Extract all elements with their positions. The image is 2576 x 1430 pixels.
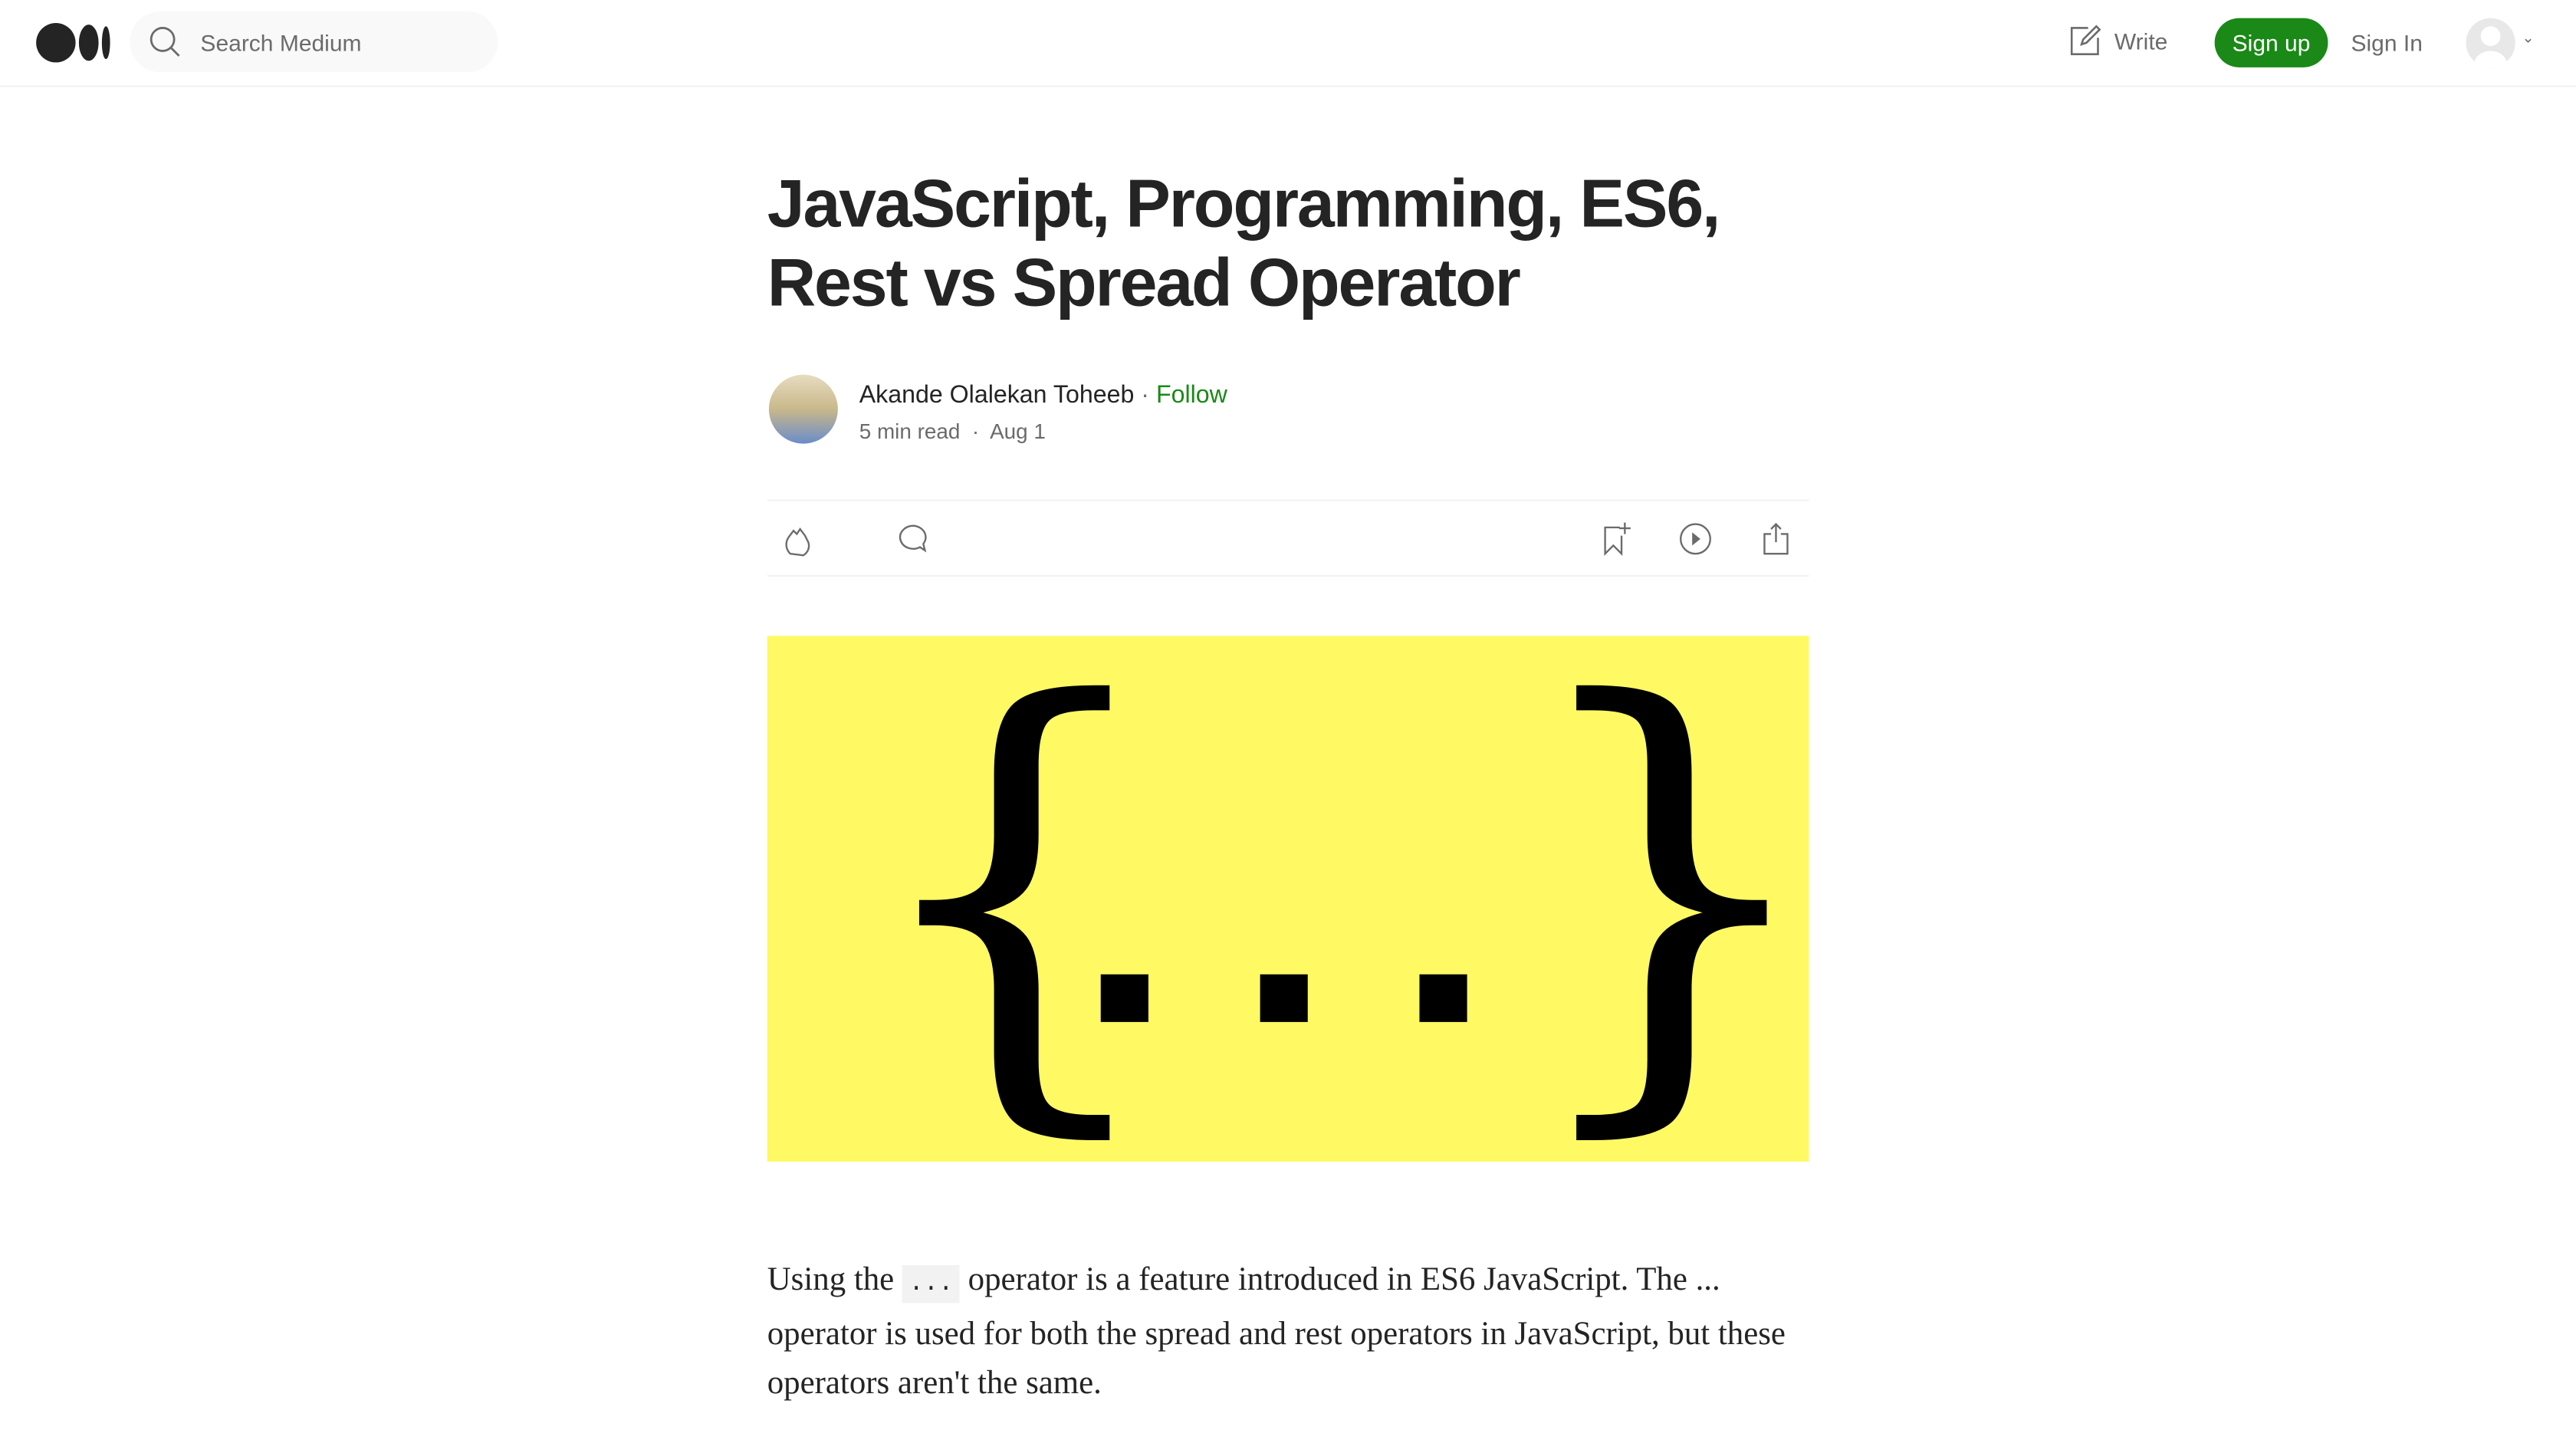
medium-logo[interactable] (36, 23, 110, 63)
open-brace: { (857, 636, 1171, 1162)
write-label: Write (2114, 28, 2168, 54)
sign-up-button[interactable]: Sign up (2214, 18, 2328, 67)
author-avatar[interactable] (768, 374, 838, 444)
user-icon (2474, 26, 2508, 67)
para-text: Using the (767, 1261, 902, 1298)
write-icon (2070, 25, 2101, 56)
follow-button[interactable]: Follow (1156, 381, 1227, 409)
dot (1419, 974, 1467, 1022)
clap-icon[interactable] (780, 521, 816, 557)
inline-code: ... (902, 1265, 960, 1303)
bookmark-icon[interactable] (1598, 521, 1635, 557)
chevron-down-icon[interactable]: ⌄ (2522, 30, 2534, 48)
top-nav: Search Medium Write Sign up Sign In ⌄ (0, 0, 2576, 87)
search-icon (150, 25, 180, 56)
action-bar (767, 499, 1809, 577)
read-time: 5 min read (859, 419, 961, 444)
comment-icon[interactable] (895, 521, 932, 557)
publish-date: Aug 1 (990, 419, 1046, 444)
dot (1260, 974, 1308, 1022)
close-brace: } (1514, 636, 1809, 1162)
article-title: JavaScript, Programming, ES6, Rest vs Sp… (767, 166, 1721, 321)
user-avatar[interactable] (2466, 18, 2515, 67)
listen-icon[interactable] (1677, 521, 1714, 557)
share-icon[interactable] (1758, 521, 1794, 557)
author-line: Akande Olalekan Toheeb · Follow (859, 381, 1227, 409)
author-name[interactable]: Akande Olalekan Toheeb (859, 381, 1135, 409)
dot (1100, 974, 1148, 1022)
article-meta: 5 min read · Aug 1 (859, 419, 1046, 444)
search-input[interactable]: Search Medium (130, 12, 498, 73)
search-placeholder: Search Medium (200, 28, 362, 55)
write-button[interactable]: Write (2068, 25, 2167, 58)
sign-in-link[interactable]: Sign In (2351, 30, 2422, 56)
hero-image: { } (767, 636, 1809, 1162)
article-paragraph: Using the ... operator is a feature intr… (767, 1255, 1819, 1408)
